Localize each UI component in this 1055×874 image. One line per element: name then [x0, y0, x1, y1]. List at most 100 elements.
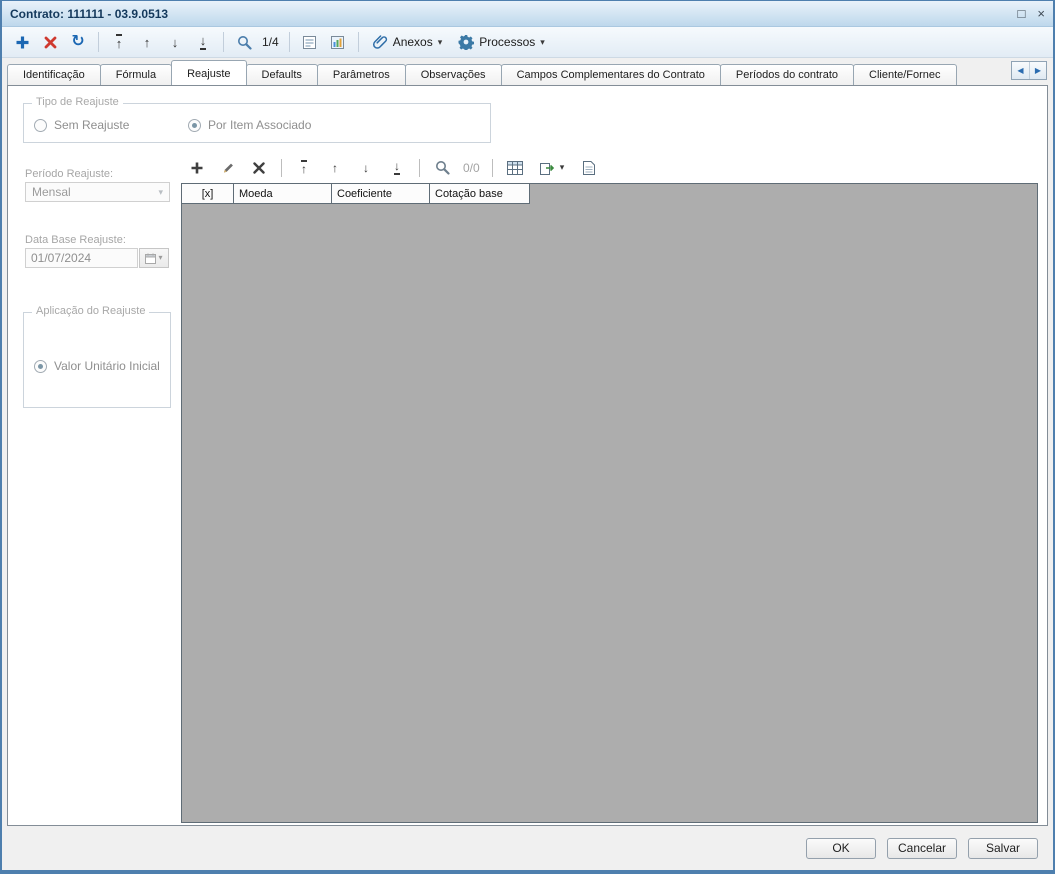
grid-previous-row-button[interactable]: ↑ — [325, 157, 345, 179]
radio-circle-icon — [188, 118, 201, 132]
tab-identificacao[interactable]: Identificação — [7, 64, 101, 85]
separator — [281, 158, 282, 177]
grid-first-row-button[interactable]: ↑ — [294, 157, 314, 179]
first-row-icon: ↑ — [301, 160, 307, 176]
paperclip-icon — [372, 35, 387, 49]
grid-add-button[interactable] — [187, 157, 207, 179]
grid-body-empty[interactable] — [182, 204, 1037, 822]
maximize-button[interactable]: □ — [1018, 7, 1026, 20]
calendar-picker-button[interactable]: ▾ — [139, 248, 169, 268]
contract-window: Contrato: 111111 - 03.9.0513 □ × ↻ ↑ ↑ ↓… — [0, 0, 1055, 874]
aplicacao-reajuste-groupbox: Aplicação do Reajuste Valor Unitário Ini… — [23, 306, 171, 408]
data-grid: [x] Moeda Coeficiente Cotação base — [181, 183, 1038, 823]
gear-icon — [458, 35, 475, 50]
titlebar: Contrato: 111111 - 03.9.0513 □ × — [2, 1, 1053, 27]
footer-button-bar: OK Cancelar Salvar — [2, 826, 1053, 870]
last-record-button[interactable]: ↓ — [193, 31, 213, 53]
column-header-selector[interactable]: [x] — [182, 184, 234, 204]
aplicacao-reajuste-group-label: Aplicação do Reajuste — [32, 306, 150, 317]
periodo-reajuste-value: Mensal — [32, 185, 71, 199]
last-record-icon: ↓ — [199, 33, 207, 50]
radio-label: Valor Unitário Inicial — [54, 359, 160, 373]
separator — [98, 32, 99, 52]
tab-reajuste[interactable]: Reajuste — [171, 60, 247, 85]
tab-parametros[interactable]: Parâmetros — [316, 64, 406, 85]
refresh-button[interactable]: ↻ — [68, 31, 88, 53]
grid-columns-button[interactable] — [505, 157, 525, 179]
tab-campos-complementares[interactable]: Campos Complementares do Contrato — [500, 64, 721, 85]
tab-periodos-contrato[interactable]: Períodos do contrato — [719, 64, 854, 85]
separator — [491, 158, 493, 177]
first-record-icon: ↑ — [115, 34, 123, 51]
radio-por-item-associado[interactable]: Por Item Associado — [188, 118, 311, 132]
column-header-moeda[interactable]: Moeda — [234, 184, 332, 204]
column-header-coeficiente[interactable]: Coeficiente — [332, 184, 430, 204]
chart-view-icon — [331, 35, 345, 49]
grid-delete-button[interactable] — [249, 157, 269, 179]
grid-edit-button[interactable] — [218, 157, 238, 179]
reajuste-tab-panel: Tipo de Reajuste Sem Reajuste Por Item A… — [7, 85, 1048, 826]
data-base-reajuste-field: 01/07/2024 ▾ — [25, 248, 169, 268]
column-header-cotacao-base[interactable]: Cotação base — [430, 184, 530, 204]
save-button[interactable]: Salvar — [968, 837, 1038, 859]
tab-defaults[interactable]: Defaults — [245, 64, 318, 85]
data-base-reajuste-label: Data Base Reajuste: — [25, 234, 126, 246]
last-row-icon: ↓ — [394, 159, 400, 175]
report-document-icon — [583, 160, 596, 175]
previous-record-button[interactable]: ↑ — [137, 31, 157, 53]
cancel-button[interactable]: Cancelar — [887, 837, 957, 859]
tab-scroll-right-button[interactable]: ▶ — [1029, 62, 1046, 79]
separator — [288, 32, 290, 52]
chevron-down-icon: ▾ — [540, 36, 545, 47]
grid-search-button[interactable] — [432, 157, 452, 179]
delete-x-icon — [253, 161, 265, 174]
close-button[interactable]: × — [1037, 7, 1045, 20]
tab-scroll-left-button[interactable]: ◀ — [1012, 62, 1029, 79]
tab-formula[interactable]: Fórmula — [99, 64, 173, 85]
delete-x-icon — [44, 36, 56, 48]
tab-strip: Identificação Fórmula Reajuste Defaults … — [2, 58, 1053, 85]
chevron-down-icon: ▾ — [158, 253, 163, 262]
grid-last-row-button[interactable]: ↓ — [387, 157, 407, 179]
date-input[interactable]: 01/07/2024 — [25, 248, 138, 268]
table-columns-icon — [506, 160, 523, 175]
search-icon — [237, 35, 252, 50]
delete-record-button[interactable] — [40, 31, 60, 53]
grid-next-row-button[interactable]: ↓ — [356, 157, 376, 179]
processos-label: Processos — [479, 35, 536, 49]
anexos-label: Anexos — [392, 35, 433, 49]
plus-icon — [16, 36, 28, 48]
chevron-down-icon: ▾ — [158, 186, 163, 197]
grid-row-counter: 0/0 — [463, 160, 480, 175]
chart-view-button[interactable] — [328, 31, 348, 53]
radio-circle-icon — [34, 118, 47, 132]
next-record-button[interactable]: ↓ — [165, 31, 185, 53]
radio-valor-unitario-inicial[interactable]: Valor Unitário Inicial — [34, 359, 160, 373]
down-arrow-icon: ↓ — [171, 34, 179, 50]
tipo-reajuste-group-label: Tipo de Reajuste — [32, 97, 123, 108]
up-arrow-icon: ↑ — [332, 160, 338, 175]
pencil-icon — [224, 163, 233, 172]
processos-dropdown[interactable]: Processos ▾ — [454, 32, 549, 52]
reajuste-grid-panel: ↑ ↑ ↓ ↓ 0/0 ▾ [x] Moeda Coeficiente Cota… — [181, 152, 1038, 823]
anexos-dropdown[interactable]: Anexos ▾ — [369, 32, 447, 52]
plus-icon — [191, 162, 203, 173]
export-icon — [539, 162, 554, 175]
grid-export-dropdown[interactable]: ▾ — [536, 159, 569, 177]
chevron-down-icon: ▾ — [559, 162, 565, 172]
periodo-reajuste-select[interactable]: Mensal ▾ — [25, 182, 170, 202]
form-view-button[interactable] — [300, 31, 320, 53]
grid-toolbar: ↑ ↑ ↓ ↓ 0/0 ▾ — [181, 152, 1038, 183]
window-title: Contrato: 111111 - 03.9.0513 — [10, 6, 169, 21]
radio-sem-reajuste[interactable]: Sem Reajuste — [34, 118, 129, 132]
first-record-button[interactable]: ↑ — [109, 31, 129, 53]
tab-scroll-box: ◀ ▶ — [1011, 61, 1047, 80]
grid-report-button[interactable] — [579, 157, 599, 179]
ok-button[interactable]: OK — [806, 837, 876, 859]
refresh-icon: ↻ — [71, 33, 85, 50]
tab-cliente-fornec[interactable]: Cliente/Fornec — [853, 64, 957, 85]
search-button[interactable] — [234, 31, 254, 53]
radio-label: Por Item Associado — [208, 118, 312, 132]
add-record-button[interactable] — [12, 31, 32, 53]
tab-observacoes[interactable]: Observações — [404, 64, 502, 85]
